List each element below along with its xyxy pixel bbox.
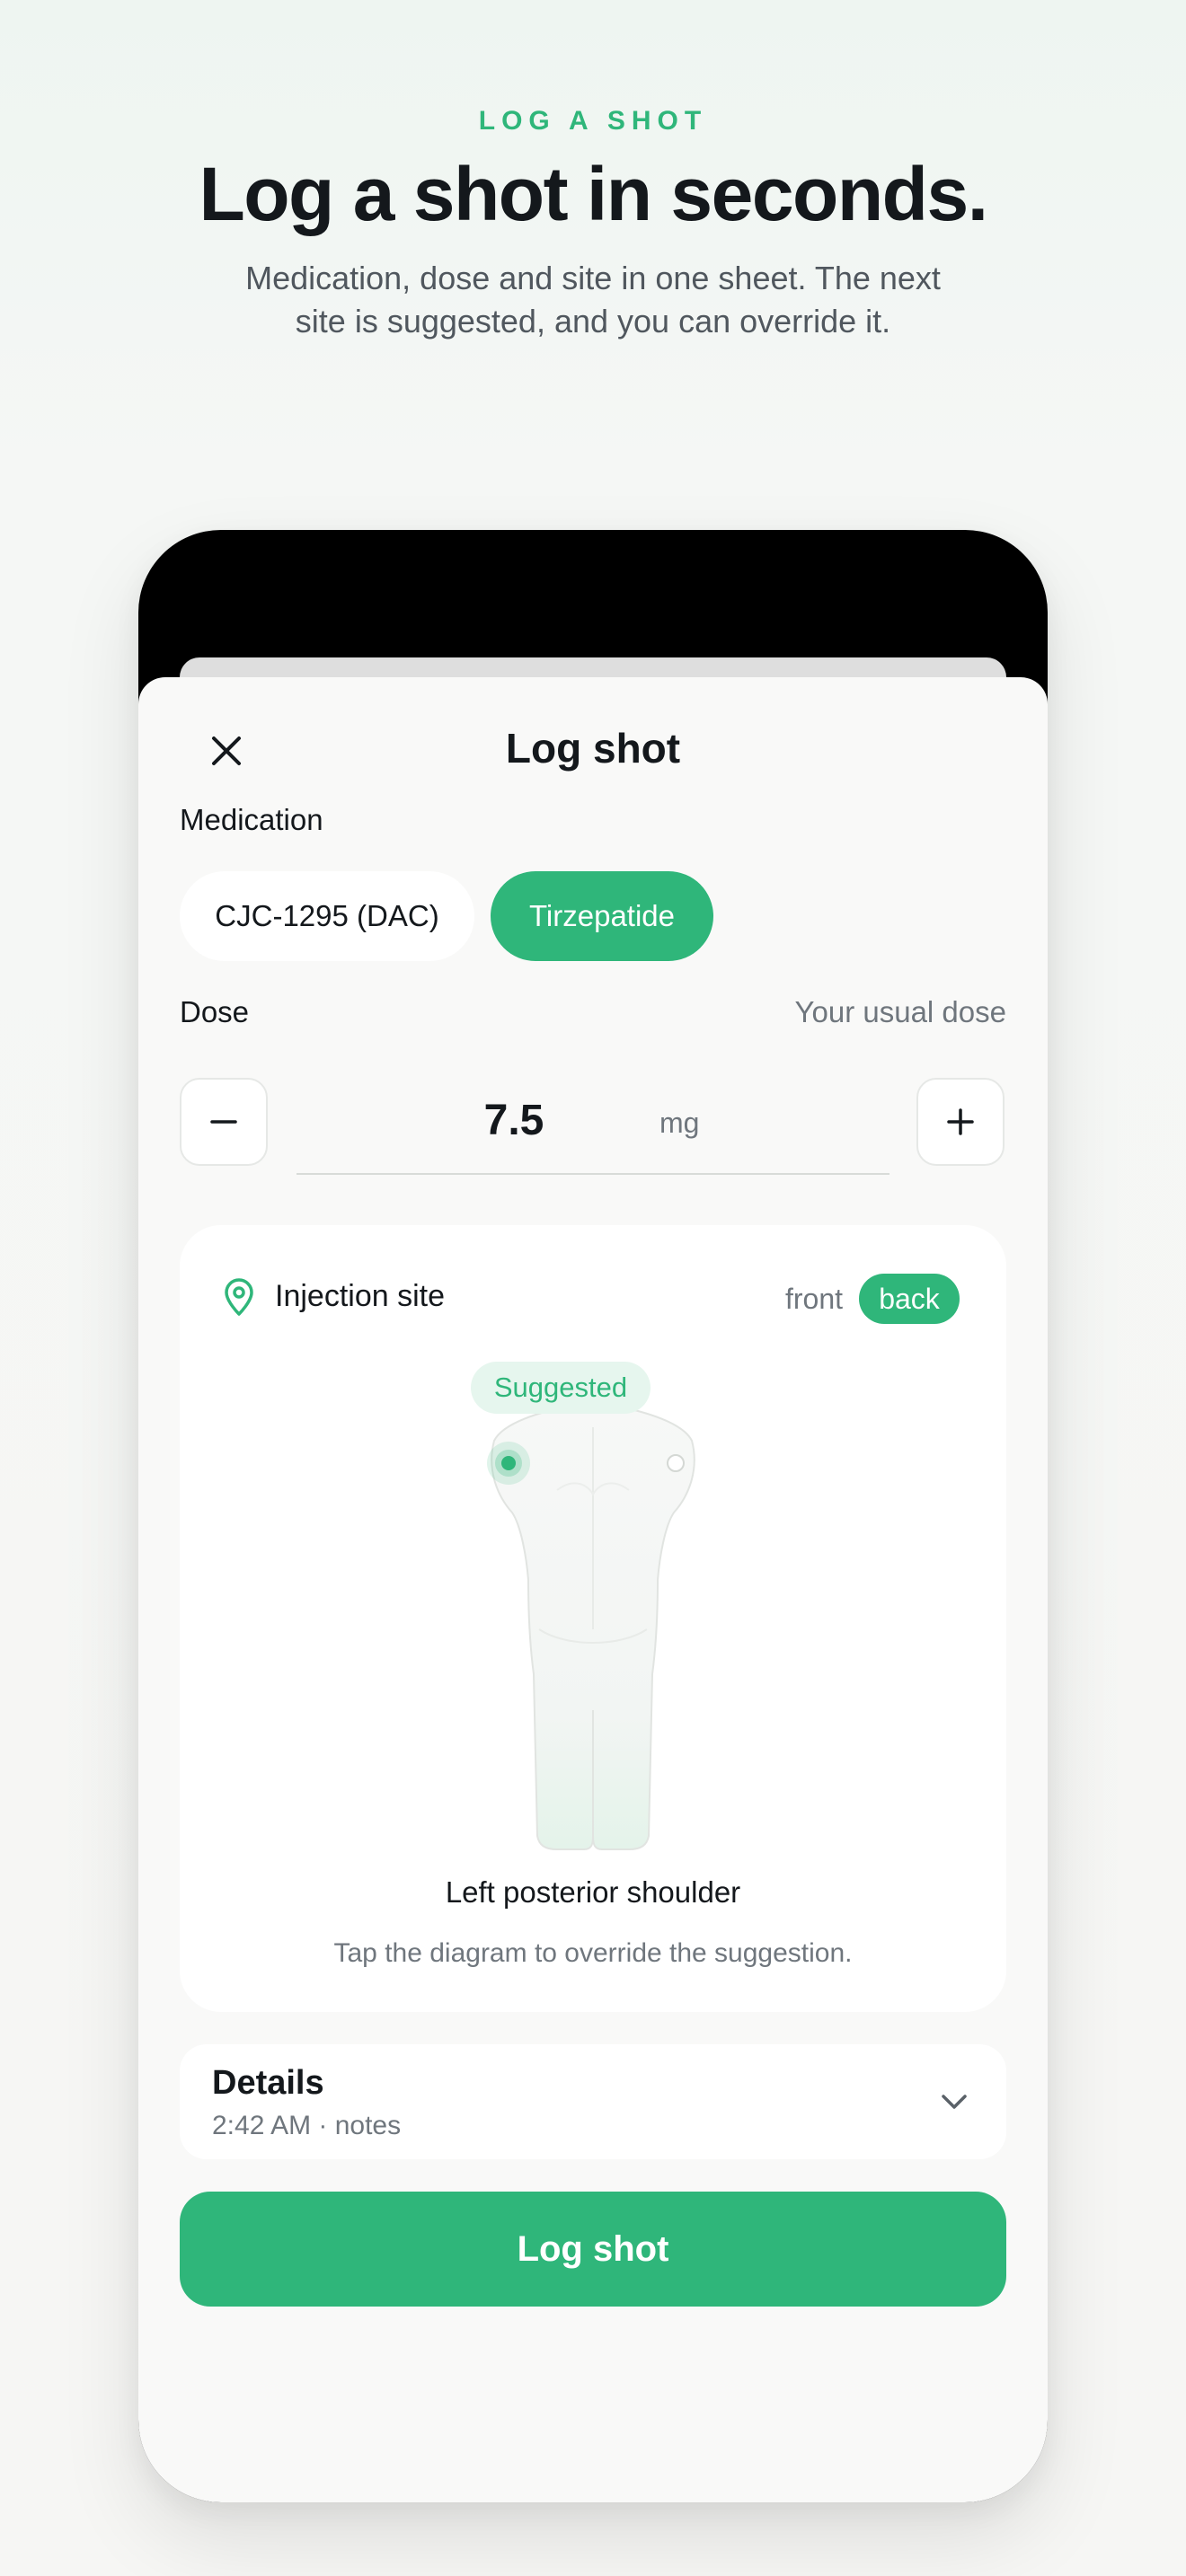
medication-label: Medication (180, 803, 323, 836)
hero-headline: Log a shot in seconds. (199, 152, 988, 236)
alternate-site-marker[interactable] (667, 1454, 685, 1472)
override-hint: Tap the diagram to override the suggesti… (333, 1938, 853, 1968)
medication-option-cjc[interactable]: CJC-1295 (DAC) (180, 871, 474, 961)
dose-label: Dose (180, 995, 250, 1028)
phone-frame: Log shot Medication CJC-1295 (DAC) Tirze… (138, 530, 1048, 2502)
details-title: Details (212, 2064, 324, 2102)
minus-icon (210, 1120, 237, 1124)
increment-dose-button[interactable] (916, 1078, 1005, 1166)
chevron-down-icon (942, 2095, 967, 2109)
medication-option-tirzepatide[interactable]: Tirzepatide (491, 871, 713, 961)
suggested-badge: Suggested (471, 1362, 651, 1414)
injection-site-card: Injection site front back Suggested Left… (180, 1225, 1006, 2012)
log-shot-sheet: Log shot Medication CJC-1295 (DAC) Tirze… (138, 677, 1048, 2502)
sheet-title: Log shot (505, 725, 681, 772)
log-shot-button[interactable]: Log shot (180, 2192, 1006, 2307)
plus-icon (947, 1108, 974, 1135)
hero-subcopy: Medication, dose and site in one sheet. … (245, 260, 941, 340)
details-subtitle: 2:42 AM · notes (212, 2111, 402, 2140)
dose-input[interactable]: 7.5 mg (296, 1078, 890, 1175)
decrement-dose-button[interactable] (180, 1078, 268, 1166)
details-expander[interactable]: Details 2:42 AM · notes (180, 2044, 1006, 2159)
dose-unit: mg (659, 1107, 700, 1139)
suggested-site-marker[interactable] (487, 1442, 530, 1485)
usual-dose-link[interactable]: Your usual dose (795, 995, 1006, 1029)
section-eyebrow: LOG A SHOT (478, 106, 708, 136)
selected-site-name: Left posterior shoulder (445, 1875, 741, 1909)
